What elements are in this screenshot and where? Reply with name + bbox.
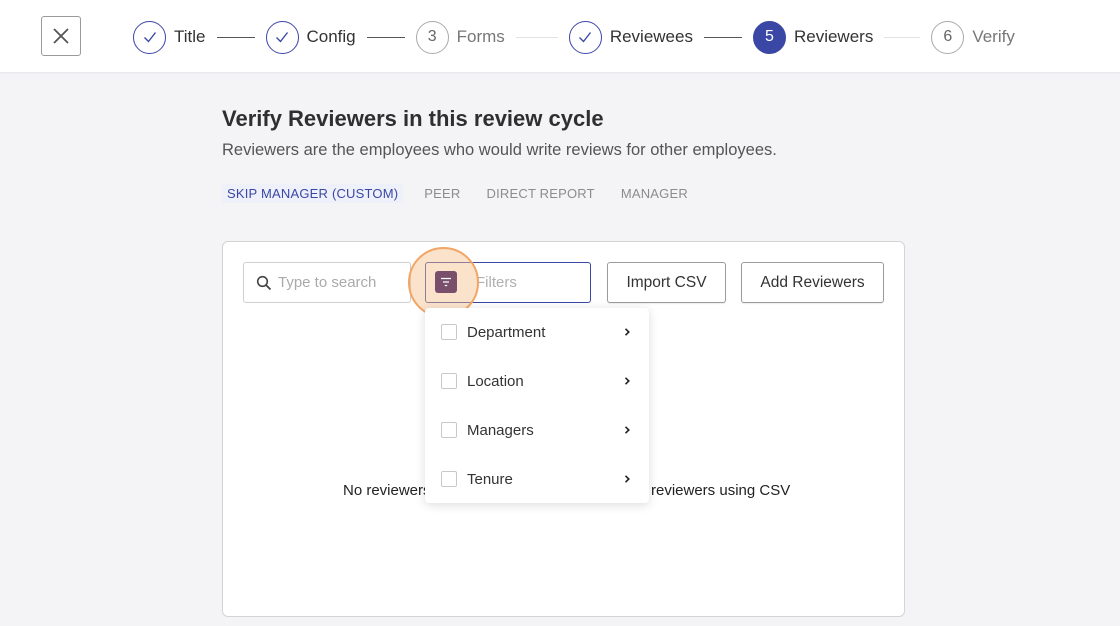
step-label: Verify xyxy=(972,27,1015,46)
tab-manager[interactable]: MANAGER xyxy=(621,186,688,203)
step-connector xyxy=(703,36,742,38)
filter-lines-icon xyxy=(441,277,451,287)
search-input[interactable] xyxy=(278,274,403,291)
filter-option-location[interactable]: Location xyxy=(425,366,649,396)
step-connector xyxy=(884,36,921,38)
step-done-check xyxy=(265,20,299,54)
checkbox[interactable] xyxy=(441,422,457,438)
filter-dropdown: Department Location Managers Tenure xyxy=(425,308,649,503)
step-done-check xyxy=(133,20,166,54)
step-number: 6 xyxy=(931,20,965,54)
step-label: Config xyxy=(306,27,356,46)
step-number: 3 xyxy=(415,20,449,54)
page-title: Verify Reviewers in this review cycle xyxy=(222,106,604,131)
check-icon xyxy=(276,32,289,43)
filter-option-department[interactable]: Department xyxy=(425,317,649,347)
search-icon xyxy=(256,275,272,290)
step-config[interactable]: Config xyxy=(265,20,356,54)
step-label: Reviewers xyxy=(793,27,874,46)
check-icon xyxy=(579,32,592,43)
step-connector xyxy=(515,36,558,38)
chevron-right-icon xyxy=(624,426,630,434)
empty-state-left: No reviewers xyxy=(343,482,431,499)
step-connector xyxy=(216,36,255,38)
filter-icon[interactable] xyxy=(435,271,457,293)
filter-option-label: Department xyxy=(467,323,546,341)
empty-state-right: reviewers using CSV xyxy=(651,482,791,499)
step-connector xyxy=(366,36,405,38)
step-title[interactable]: Title xyxy=(133,20,206,54)
step-reviewers[interactable]: 5 Reviewers xyxy=(752,20,874,54)
step-done-check xyxy=(568,20,602,54)
step-reviewees[interactable]: Reviewees xyxy=(568,20,693,54)
step-label: Reviewees xyxy=(609,27,693,46)
step-number: 5 xyxy=(752,20,786,54)
checkbox[interactable] xyxy=(441,324,457,340)
step-verify[interactable]: 6 Verify xyxy=(931,20,1015,54)
search-box[interactable] xyxy=(243,262,411,303)
checkbox[interactable] xyxy=(441,373,457,389)
checkbox[interactable] xyxy=(441,471,457,487)
step-label: Forms xyxy=(456,27,505,46)
filter-option-managers[interactable]: Managers xyxy=(425,415,649,445)
chevron-right-icon xyxy=(624,377,630,385)
stepper: Title Config 3 Forms Reviewees 5 Reviewe… xyxy=(133,20,1015,54)
page-subtitle: Reviewers are the employees who would wr… xyxy=(222,141,777,159)
close-icon xyxy=(53,28,69,44)
filter-option-label: Managers xyxy=(467,421,534,439)
add-reviewers-button[interactable]: Add Reviewers xyxy=(741,262,884,303)
chevron-right-icon xyxy=(624,328,630,336)
reviewer-type-tabs: SKIP MANAGER (CUSTOM) PEER DIRECT REPORT… xyxy=(222,184,714,203)
tab-skip-manager[interactable]: SKIP MANAGER (CUSTOM) xyxy=(222,184,404,203)
filter-option-tenure[interactable]: Tenure xyxy=(425,464,649,494)
check-icon xyxy=(143,32,156,43)
import-csv-button[interactable]: Import CSV xyxy=(607,262,726,303)
filters-label: Filters xyxy=(476,274,517,291)
tab-direct-report[interactable]: DIRECT REPORT xyxy=(487,186,595,203)
filter-option-label: Tenure xyxy=(467,470,513,488)
chevron-right-icon xyxy=(624,475,630,483)
tab-peer[interactable]: PEER xyxy=(424,186,460,203)
filter-option-label: Location xyxy=(467,372,524,390)
step-forms[interactable]: 3 Forms xyxy=(415,20,505,54)
wizard-header: Title Config 3 Forms Reviewees 5 Reviewe… xyxy=(0,0,1120,72)
close-button[interactable] xyxy=(41,16,81,56)
step-label: Title xyxy=(174,27,206,46)
